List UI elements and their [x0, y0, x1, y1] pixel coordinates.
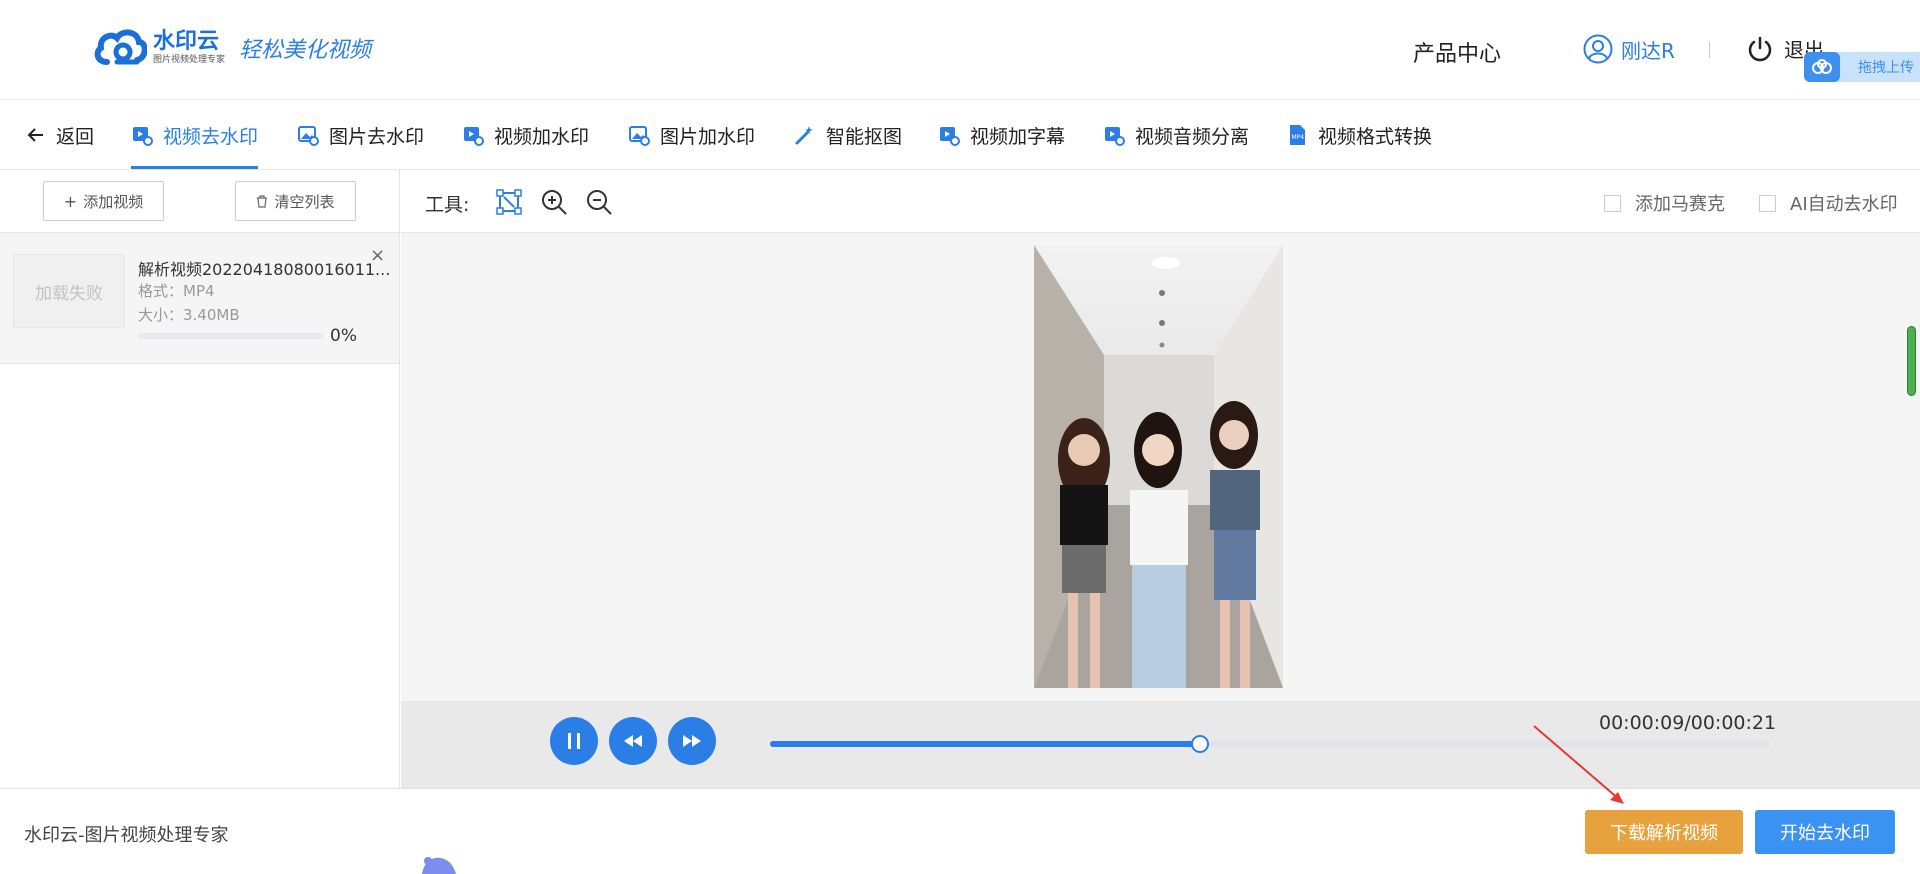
seek-fill — [770, 741, 1200, 747]
ai-remove-checkbox[interactable]: AI自动去水印 — [1759, 190, 1898, 216]
tab-audio-separation[interactable]: 视频音频分离 — [1103, 100, 1249, 170]
red-arrow-annotation — [1533, 725, 1624, 804]
logo-name: 水印云 — [153, 29, 220, 54]
header: 水印云 图片视频处理专家 轻松美化视频 产品中心 刚达R 退出 拖拽上传 — [0, 0, 1920, 100]
video-icon — [464, 127, 484, 146]
file-list-item[interactable]: 加载失败 解析视频20220418080016011... 格式：MP4 大小：… — [0, 233, 399, 364]
seek-handle[interactable] — [1191, 735, 1209, 753]
tab-image-add-watermark[interactable]: 图片加水印 — [628, 100, 755, 170]
fast-forward-button[interactable] — [668, 717, 716, 765]
file-progress-bar — [138, 333, 324, 339]
rewind-icon — [624, 735, 642, 747]
tools-label: 工具: — [425, 194, 470, 216]
tab-label: 视频格式转换 — [1318, 125, 1433, 148]
start-remove-watermark-button[interactable]: 开始去水印 — [1755, 810, 1895, 854]
video-icon — [940, 127, 960, 146]
pause-icon — [568, 733, 580, 749]
tab-label: 视频音频分离 — [1135, 125, 1250, 148]
drag-upload-float[interactable]: 拖拽上传 — [1804, 52, 1920, 82]
file-progress-text: 0% — [330, 326, 357, 346]
footer: 水印云-图片视频处理专家 下载解析视频 开始去水印 — [0, 788, 1920, 874]
cloud-upload-icon — [1804, 52, 1840, 82]
back-label: 返回 — [56, 125, 95, 148]
back-button[interactable]: 返回 — [26, 100, 94, 170]
download-parsed-video-button[interactable]: 下载解析视频 — [1585, 810, 1743, 854]
logo-subtitle: 图片视频处理专家 — [153, 55, 226, 65]
download-label: 下载解析视频 — [1610, 823, 1718, 844]
logo[interactable]: 水印云 图片视频处理专家 轻松美化视频 — [93, 28, 371, 68]
close-icon[interactable]: × — [370, 245, 385, 266]
tool-nav: 返回 视频去水印 图片去水印 视频加水印 图片加水印 智能抠图 视频加字幕 视频… — [0, 100, 1920, 170]
file-list-toolbar: + 添加视频 清空列表 — [0, 170, 399, 233]
image-icon — [298, 126, 319, 146]
add-video-button[interactable]: + 添加视频 — [43, 181, 164, 221]
checkbox-box — [1759, 194, 1776, 212]
clear-list-button[interactable]: 清空列表 — [235, 181, 356, 221]
start-label: 开始去水印 — [1780, 823, 1870, 844]
drag-upload-label: 拖拽上传 — [1858, 60, 1914, 76]
cloud-logo-icon — [94, 29, 147, 65]
video-icon — [133, 127, 153, 146]
tab-image-remove-watermark[interactable]: 图片去水印 — [297, 100, 424, 170]
file-name: 解析视频20220418080016011... — [138, 260, 391, 279]
footer-brand-text: 水印云-图片视频处理专家 — [24, 825, 229, 846]
file-format: 格式：MP4 — [138, 282, 215, 300]
user-menu[interactable]: 刚达R — [1583, 34, 1675, 64]
editor-toolbar: 工具: 添加马赛克 AI自动去水印 — [401, 170, 1920, 233]
file-list-panel: + 添加视频 清空列表 加载失败 解析视频20220418080016011..… — [0, 170, 400, 788]
zoom-out-icon[interactable] — [585, 188, 613, 216]
add-video-label: 添加视频 — [83, 192, 144, 211]
user-avatar-icon — [1583, 34, 1613, 64]
add-mosaic-checkbox[interactable]: 添加马赛克 — [1604, 190, 1725, 216]
video-preview[interactable] — [1034, 245, 1283, 688]
active-tab-indicator — [131, 166, 258, 169]
mp4-file-icon: MP4 — [1290, 125, 1305, 145]
arrow-left-icon — [27, 128, 43, 142]
trash-icon — [257, 194, 268, 208]
tab-video-remove-watermark[interactable]: 视频去水印 — [131, 100, 258, 170]
video-frame-image — [1034, 245, 1283, 688]
file-size: 大小：3.40MB — [138, 306, 240, 324]
mascot-icon — [422, 857, 456, 874]
tab-label: 视频加水印 — [494, 125, 590, 148]
slogan: 轻松美化视频 — [239, 38, 372, 63]
power-icon — [1748, 36, 1772, 61]
user-name: 刚达R — [1621, 38, 1675, 63]
ai-remove-label: AI自动去水印 — [1790, 194, 1898, 215]
pause-button[interactable] — [550, 717, 598, 765]
select-area-icon[interactable] — [495, 188, 523, 216]
clear-list-label: 清空列表 — [274, 192, 335, 211]
video-thumbnail: 加载失败 — [13, 254, 125, 328]
zoom-in-icon[interactable] — [540, 188, 568, 216]
tab-label: 视频去水印 — [163, 125, 259, 148]
video-player-controls: 00:00:09/00:00:21 — [401, 701, 1920, 788]
video-icon — [1105, 127, 1125, 146]
tab-video-add-watermark[interactable]: 视频加水印 — [462, 100, 589, 170]
tab-label: 图片加水印 — [660, 125, 756, 148]
header-divider — [1709, 42, 1710, 58]
tab-video-subtitles[interactable]: 视频加字幕 — [938, 100, 1065, 170]
thumbnail-fail-text: 加载失败 — [35, 283, 103, 304]
tab-label: 图片去水印 — [329, 125, 425, 148]
tab-format-convert[interactable]: MP4 视频格式转换 — [1286, 100, 1432, 170]
checkbox-box — [1604, 194, 1621, 212]
fast-forward-icon — [683, 735, 701, 747]
product-center-link[interactable]: 产品中心 — [1413, 36, 1501, 68]
tab-smart-cutout[interactable]: 智能抠图 — [794, 100, 902, 170]
editor-area: 工具: 添加马赛克 AI自动去水印 00:00:09/00:00:21 — [401, 170, 1920, 788]
svg-text:MP4: MP4 — [1292, 134, 1305, 141]
image-icon — [629, 126, 650, 146]
tab-label: 视频加字幕 — [970, 125, 1066, 148]
magic-wand-icon — [795, 126, 813, 145]
scrollbar-handle[interactable] — [1907, 326, 1916, 396]
add-mosaic-label: 添加马赛克 — [1635, 194, 1725, 215]
plus-icon: + — [63, 191, 78, 211]
tab-label: 智能抠图 — [826, 125, 903, 148]
rewind-button[interactable] — [609, 717, 657, 765]
